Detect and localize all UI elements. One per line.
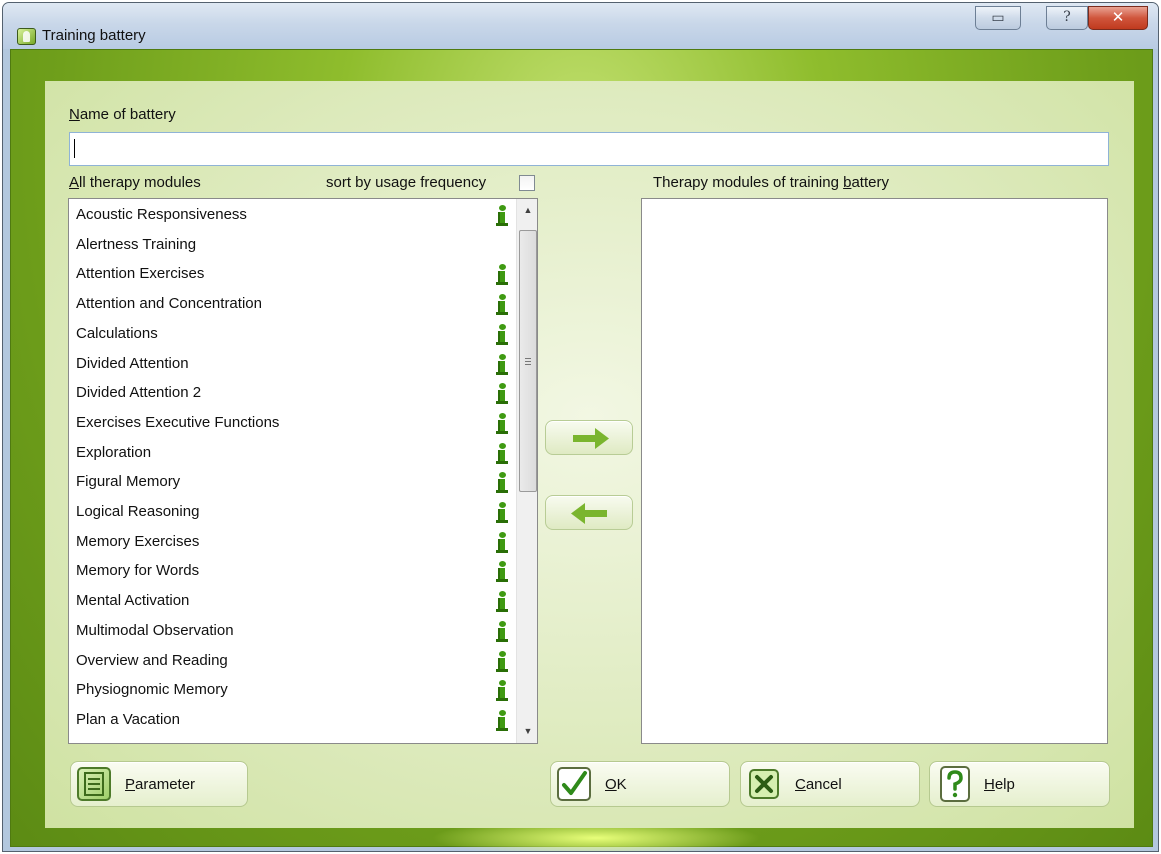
list-item[interactable]: Alertness Training — [76, 230, 516, 260]
list-item[interactable]: Figural Memory — [76, 467, 516, 497]
parameter-button[interactable]: Parameter — [70, 761, 248, 807]
cancel-button-label: Cancel — [795, 776, 842, 793]
module-label: Divided Attention 2 — [76, 384, 202, 402]
module-label: Calculations — [76, 324, 158, 342]
sort-by-usage-frequency-checkbox[interactable] — [519, 175, 535, 191]
close-button[interactable]: ✕ — [1088, 6, 1148, 30]
x-icon-glyph — [755, 775, 773, 793]
list-item[interactable]: Physiognomic Memory — [76, 675, 516, 705]
scroll-thumb[interactable] — [519, 230, 537, 492]
list-item[interactable]: Acoustic Responsiveness — [76, 200, 516, 230]
question-icon-glyph — [947, 770, 963, 798]
scroll-grip — [525, 364, 531, 365]
dialog-window: Training battery ▭ ? ✕ Name of battery A… — [2, 2, 1159, 852]
list-item[interactable]: Divided Attention 2 — [76, 378, 516, 408]
list-item[interactable]: Mental Activation — [76, 586, 516, 616]
module-label: Attention and Concentration — [76, 295, 262, 313]
x-icon — [749, 769, 779, 799]
list-item[interactable]: Attention Exercises — [76, 259, 516, 289]
app-icon — [17, 28, 36, 45]
question-icon — [940, 766, 970, 802]
info-icon[interactable] — [496, 323, 508, 346]
all-therapy-modules-label: All therapy modules — [69, 174, 201, 191]
module-label: Plan a Vacation — [76, 710, 180, 728]
parameter-icon — [77, 767, 111, 801]
info-icon[interactable] — [496, 709, 508, 732]
module-label: Memory Exercises — [76, 532, 200, 550]
add-module-button[interactable] — [545, 420, 633, 455]
scroll-grip — [525, 361, 531, 362]
info-icon[interactable] — [496, 502, 508, 524]
module-label: Physiognomic Memory — [76, 681, 228, 699]
parameter-icon-glyph — [84, 772, 104, 796]
module-label: Attention Exercises — [76, 265, 205, 283]
info-icon[interactable] — [496, 205, 508, 227]
module-label: Multimodal Observation — [76, 621, 234, 639]
info-icon[interactable] — [496, 650, 508, 673]
list-item[interactable]: Overview and Reading — [76, 646, 516, 676]
help-button[interactable]: Help — [929, 761, 1110, 807]
info-icon[interactable] — [496, 442, 508, 465]
content-panel: Name of battery All therapy modules sort… — [45, 81, 1134, 828]
info-icon[interactable] — [496, 561, 508, 583]
name-of-battery-input[interactable] — [69, 132, 1109, 166]
info-icon[interactable] — [496, 264, 508, 286]
info-icon[interactable] — [496, 353, 508, 376]
list-item[interactable]: Plan a Vacation — [76, 705, 516, 735]
info-icon[interactable] — [496, 472, 508, 494]
module-label: Alertness Training — [76, 235, 197, 253]
therapy-modules-of-battery-label: Therapy modules of training battery — [653, 174, 889, 191]
list-item[interactable]: Attention and Concentration — [76, 289, 516, 319]
module-label: Overview and Reading — [76, 651, 228, 669]
info-icon[interactable] — [496, 383, 508, 405]
ok-button[interactable]: OK — [550, 761, 730, 807]
list-item[interactable]: Multimodal Observation — [76, 616, 516, 646]
green-frame: Name of battery All therapy modules sort… — [10, 49, 1153, 851]
scroll-up-arrow[interactable]: ▲ — [517, 202, 537, 219]
ok-button-label: OK — [605, 776, 627, 793]
module-label: Figural Memory — [76, 473, 181, 491]
battery-modules-list[interactable] — [641, 198, 1108, 744]
help-caption-button[interactable]: ? — [1046, 6, 1088, 30]
arrow-right-icon — [573, 428, 609, 449]
module-label: Logical Reasoning — [76, 503, 200, 520]
list-item[interactable]: Divided Attention — [76, 349, 516, 379]
module-label: Mental Activation — [76, 592, 190, 610]
title-bar[interactable]: Training battery ▭ ? ✕ — [3, 3, 1158, 49]
list-item[interactable]: Exploration — [76, 438, 516, 468]
text-caret — [74, 139, 75, 158]
info-icon[interactable] — [496, 680, 508, 702]
scroll-down-arrow[interactable]: ▼ — [517, 723, 537, 740]
list-item[interactable]: Memory Exercises — [76, 527, 516, 557]
info-icon[interactable] — [496, 620, 508, 643]
module-label: Memory for Words — [76, 562, 200, 580]
list-item[interactable]: Calculations — [76, 319, 516, 349]
checkmark-icon — [557, 767, 591, 801]
info-icon[interactable] — [496, 591, 508, 613]
all-modules-list[interactable]: Acoustic Responsiveness Alertness Trainin… — [68, 198, 538, 744]
restore-button[interactable]: ▭ — [975, 6, 1021, 30]
list-item[interactable]: Logical Reasoning — [76, 497, 516, 527]
info-icon[interactable] — [496, 412, 508, 435]
list-item[interactable]: Exercises Executive Functions — [76, 408, 516, 438]
cancel-button[interactable]: Cancel — [740, 761, 920, 807]
module-label: Divided Attention — [76, 354, 189, 372]
info-icon[interactable] — [496, 531, 508, 554]
parameter-button-label: Parameter — [125, 776, 196, 793]
checkmark-icon-glyph — [562, 771, 587, 795]
list-scrollbar[interactable]: ▲ ▼ — [516, 199, 537, 743]
scroll-grip — [525, 358, 531, 359]
help-button-label: Help — [984, 776, 1015, 793]
name-of-battery-label: Name of battery — [69, 106, 176, 123]
window-title: Training battery — [42, 27, 146, 44]
module-label: Acoustic Responsiveness — [76, 206, 247, 223]
module-label: Exercises Executive Functions — [76, 413, 280, 431]
list-item[interactable]: Memory for Words — [76, 556, 516, 586]
info-icon[interactable] — [496, 294, 508, 316]
module-label: Exploration — [76, 443, 152, 461]
remove-module-button[interactable] — [545, 495, 633, 530]
arrow-left-icon — [571, 503, 607, 524]
sort-by-usage-frequency-label: sort by usage frequency — [326, 174, 487, 191]
